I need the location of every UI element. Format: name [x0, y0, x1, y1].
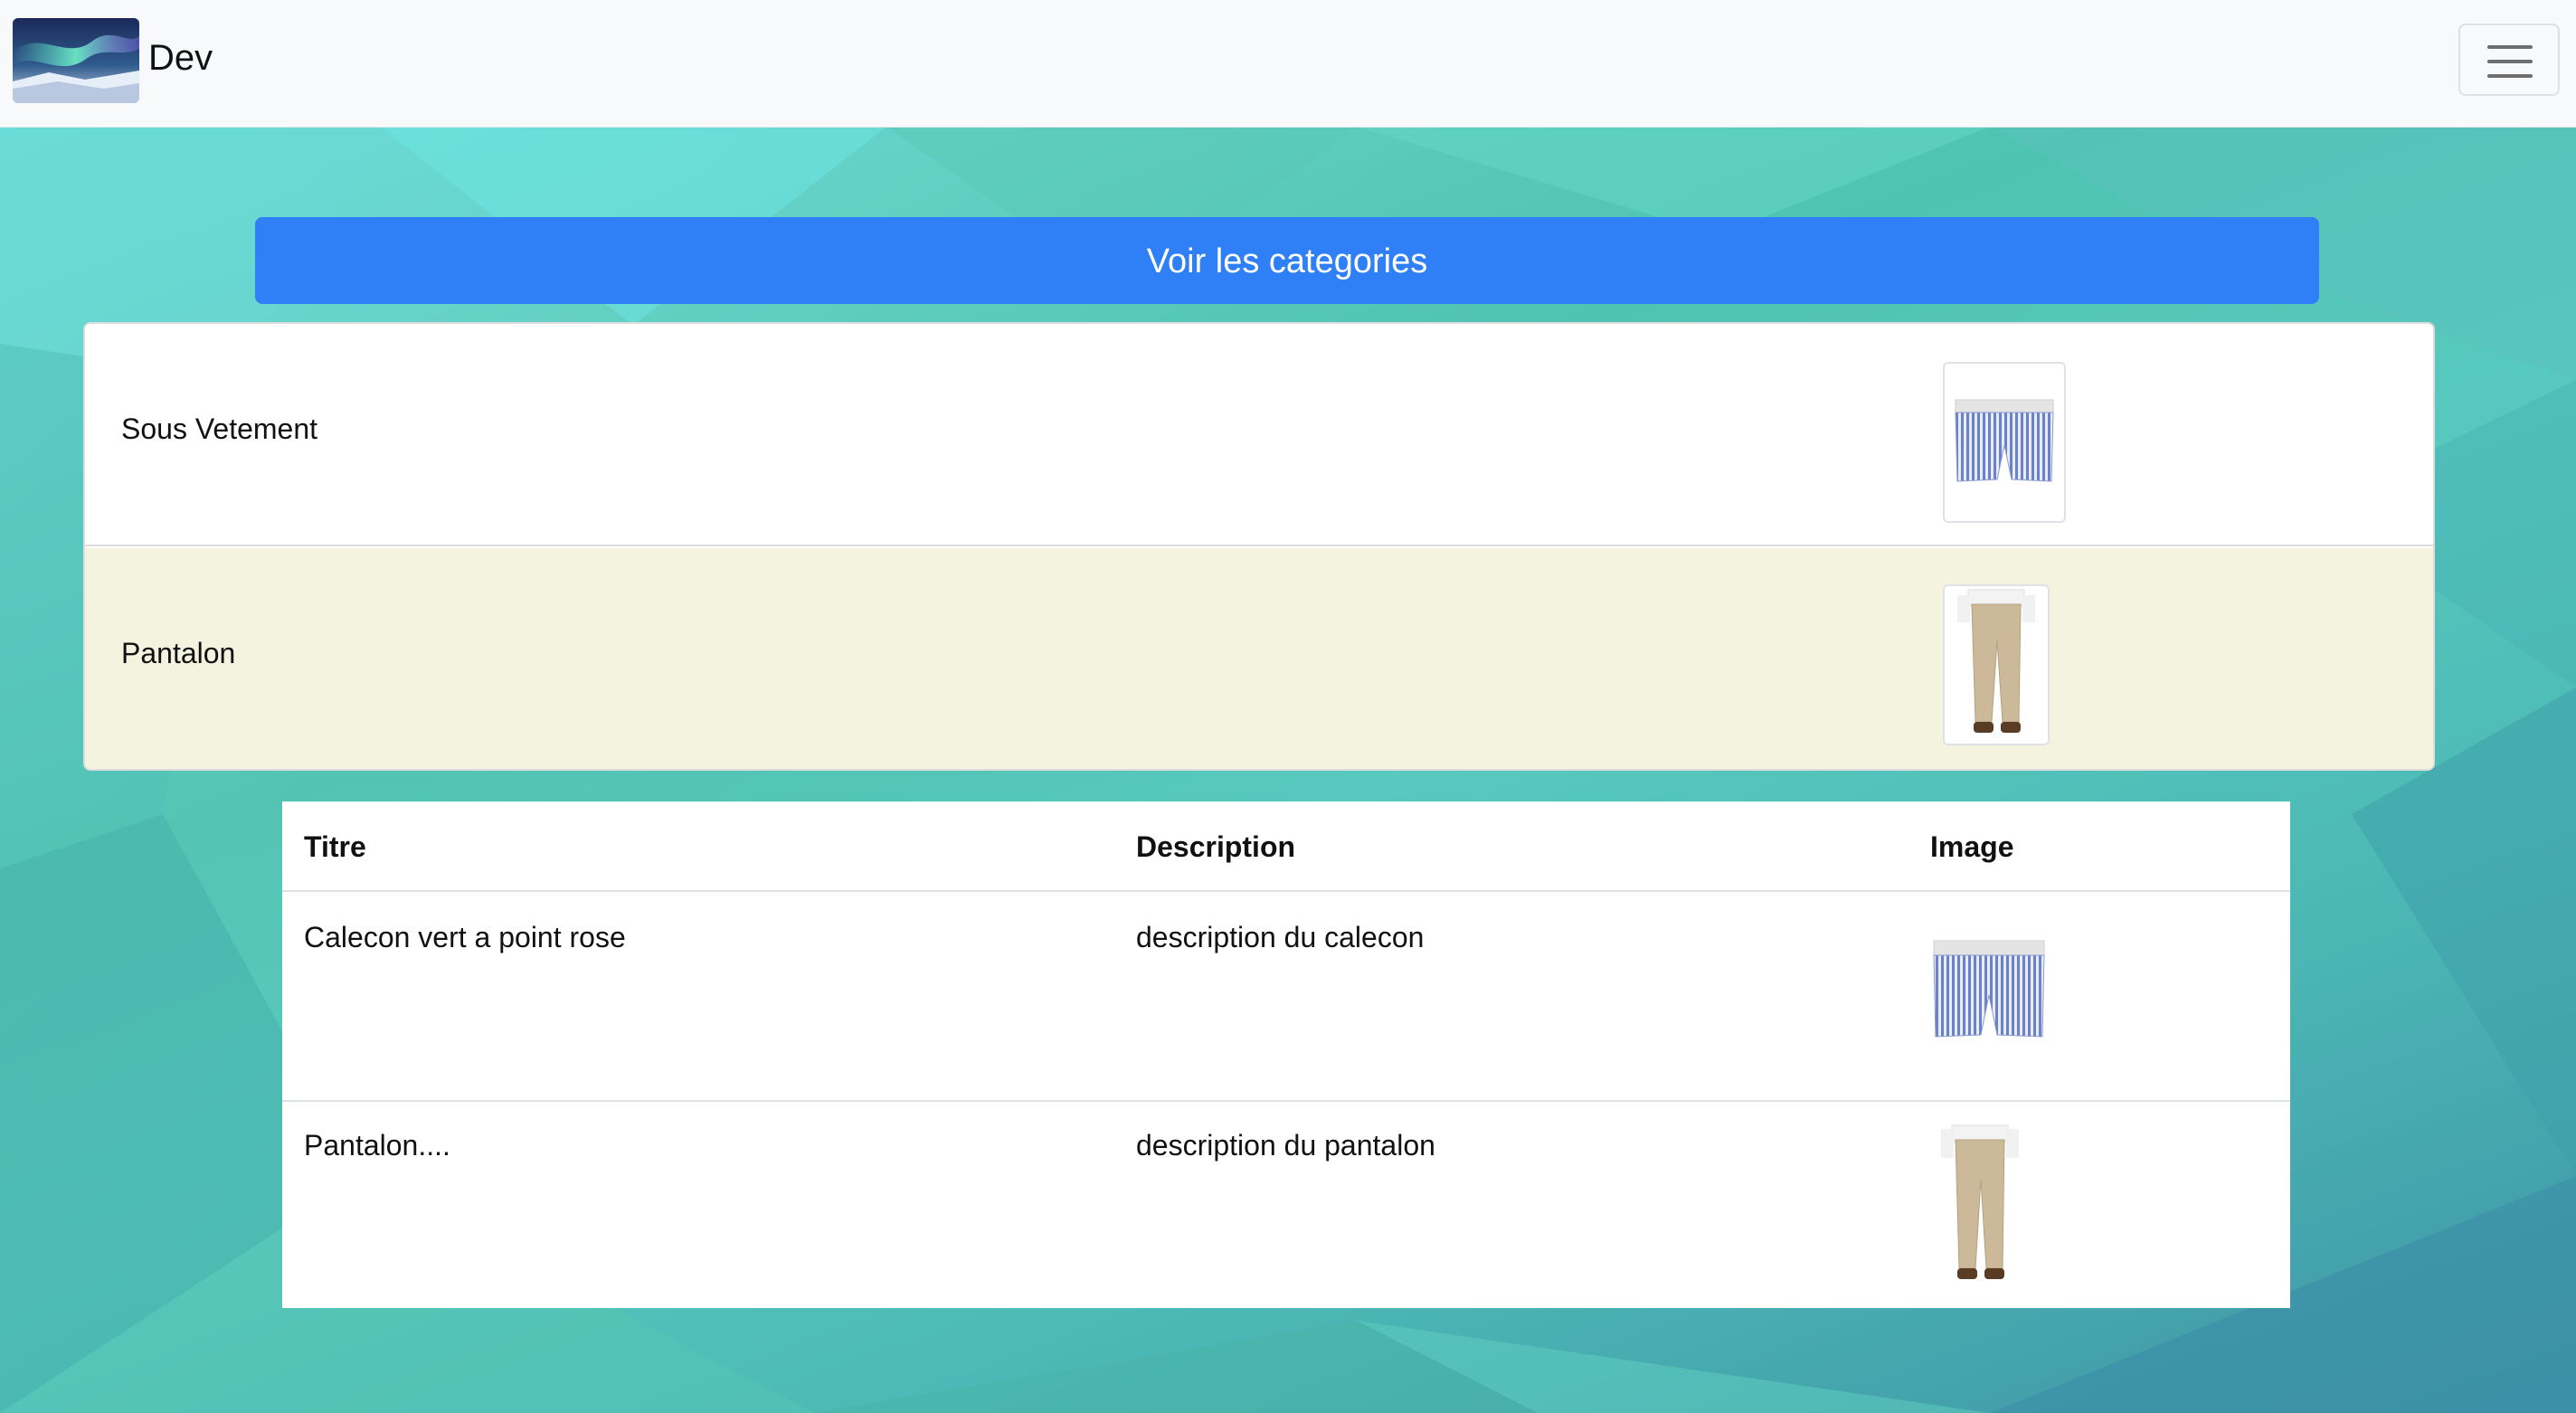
product-description: description du pantalon — [1136, 1129, 1435, 1162]
brand-logo[interactable] — [13, 18, 139, 103]
view-categories-button[interactable]: Voir les categories — [255, 217, 2319, 304]
header-divider — [282, 890, 2290, 892]
category-label: Pantalon — [121, 637, 236, 669]
product-description: description du calecon — [1136, 921, 1425, 953]
trousers-image — [1943, 584, 2050, 745]
category-label: Sous Vetement — [121, 413, 318, 445]
categories-list: Sous Vetement Pantalon — [83, 322, 2435, 771]
brand-title[interactable]: Dev — [148, 33, 213, 83]
trousers-image — [1930, 1124, 2030, 1288]
product-title: Calecon vert a point rose — [304, 921, 626, 953]
row-divider — [282, 1100, 2290, 1102]
table-header-description: Description — [1136, 830, 1296, 863]
table-header-titre: Titre — [304, 830, 366, 863]
products-table: Titre Description Image Calecon vert a p… — [282, 801, 2290, 1308]
boxer-shorts-image — [1943, 362, 2066, 523]
category-item-sous-vetement[interactable]: Sous Vetement — [85, 324, 2433, 546]
navbar: Dev — [0, 0, 2576, 128]
boxer-shorts-image — [1930, 937, 2048, 1046]
navbar-toggler-button[interactable] — [2458, 24, 2560, 96]
category-item-pantalon[interactable]: Pantalon — [85, 548, 2433, 769]
product-title: Pantalon.... — [304, 1129, 450, 1162]
table-header-image: Image — [1930, 830, 2014, 863]
